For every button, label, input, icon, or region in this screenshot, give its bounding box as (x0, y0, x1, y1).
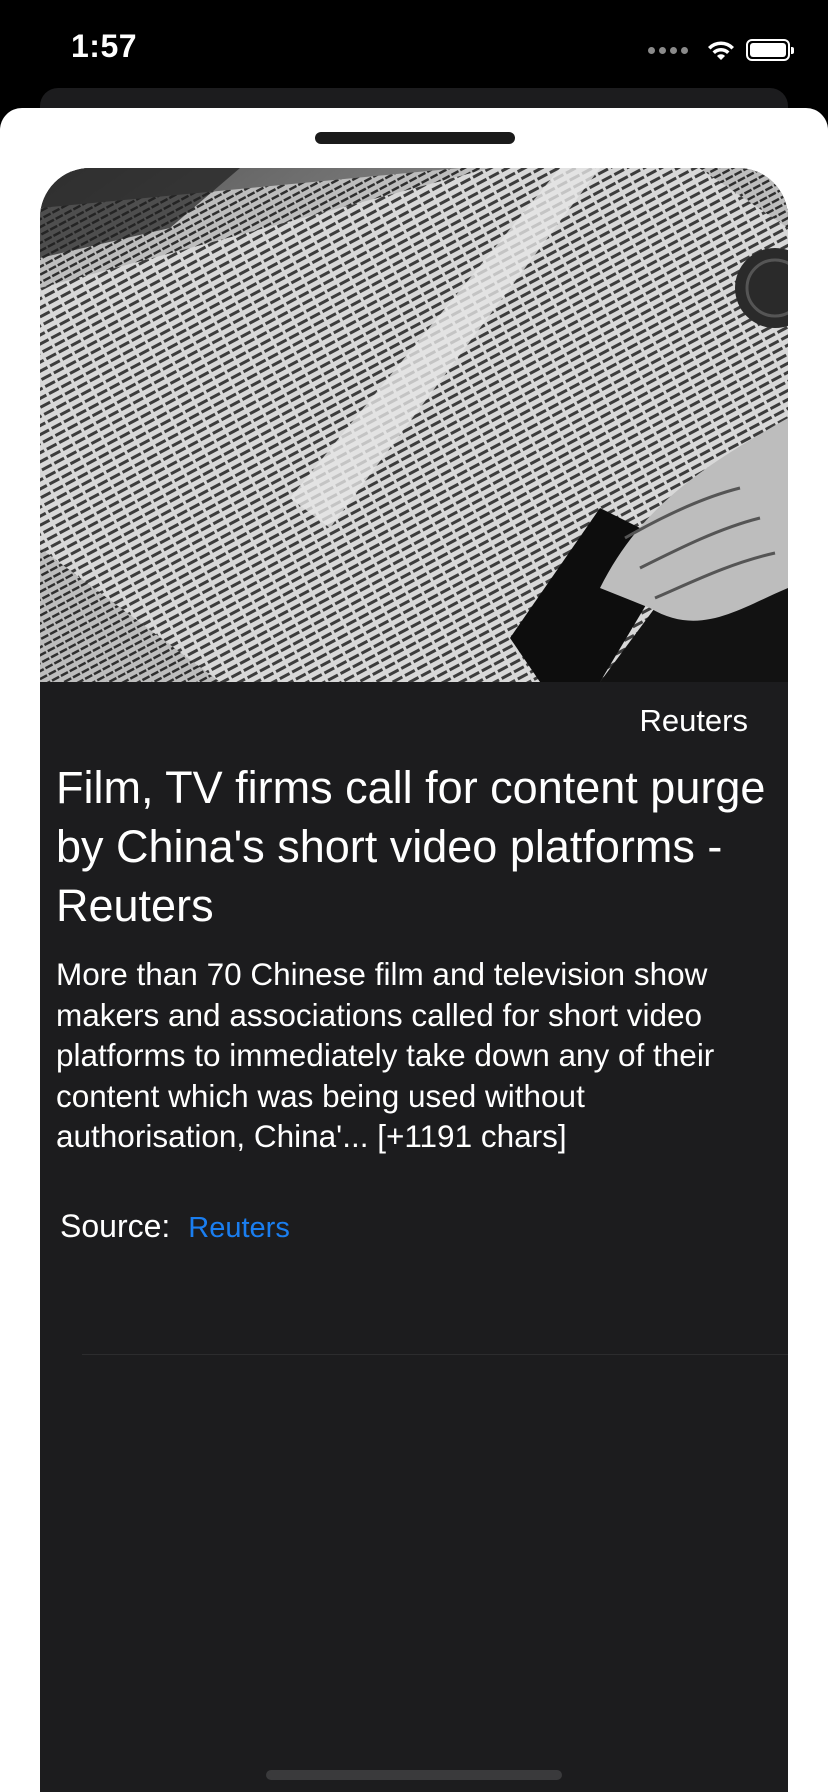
source-label: Source: (60, 1208, 171, 1244)
home-indicator (266, 1770, 562, 1780)
battery-icon (746, 39, 794, 61)
article-image (40, 168, 788, 682)
article-source-name: Reuters (639, 703, 748, 738)
article-description: More than 70 Chinese film and television… (56, 956, 715, 1154)
divider (82, 1354, 788, 1355)
signal-icon (648, 46, 688, 54)
status-bar: 1:57 (0, 0, 828, 100)
status-icons (648, 36, 794, 64)
article-title: Film, TV firms call for content purge by… (56, 762, 766, 931)
sheet-grabber-handle[interactable] (315, 132, 515, 144)
status-time: 1:57 (71, 28, 138, 64)
source-row: Source: Reuters (60, 1208, 290, 1245)
article-sheet[interactable]: Reuters Film, TV firms call for content … (0, 108, 828, 1792)
wifi-icon (706, 38, 736, 62)
article-card: Reuters Film, TV firms call for content … (40, 168, 788, 1792)
source-link[interactable]: Reuters (188, 1212, 290, 1245)
